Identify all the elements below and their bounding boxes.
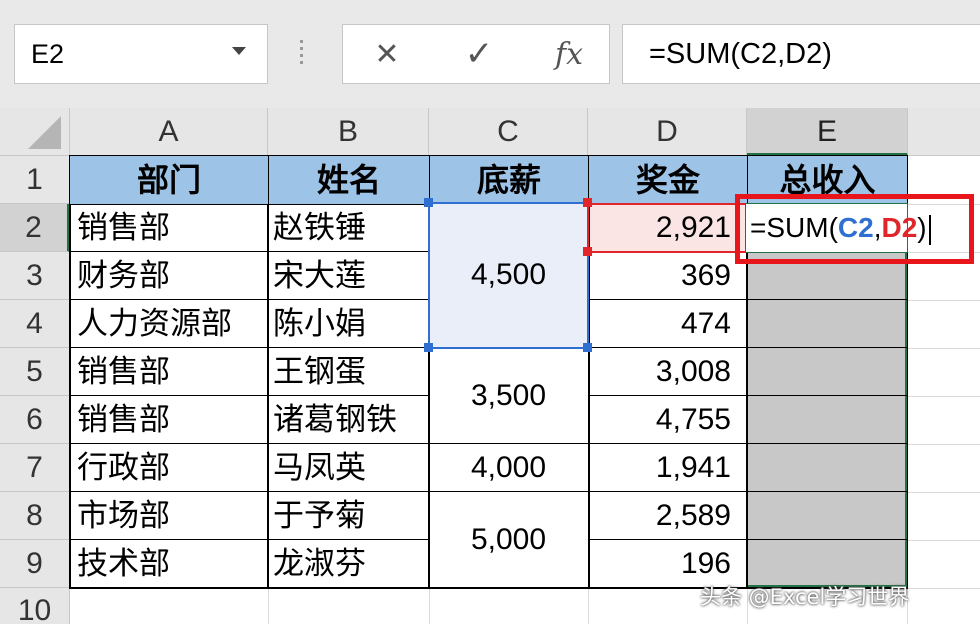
gridline	[429, 588, 430, 624]
gridline	[907, 300, 980, 301]
formula-text: =SUM(C2,D2)	[649, 38, 832, 70]
cancel-button[interactable]: ✕	[347, 25, 427, 83]
name-box-value: E2	[31, 39, 65, 69]
cell-b8[interactable]: 于予菊	[267, 492, 430, 540]
column-header-a[interactable]: A	[70, 108, 268, 156]
cell-d4[interactable]: 474	[590, 300, 747, 348]
reference-range-c2	[428, 202, 589, 349]
cell-a3[interactable]: 财务部	[69, 252, 269, 300]
row-header-3[interactable]: 3	[0, 252, 70, 300]
cell-d6[interactable]: 4,755	[590, 396, 747, 444]
drag-handle-icon[interactable]	[296, 40, 308, 70]
cell-b6[interactable]: 诸葛钢铁	[267, 396, 430, 444]
enter-button[interactable]: ✓	[439, 25, 519, 83]
table-header-name[interactable]: 姓名	[268, 155, 430, 205]
row-header-7[interactable]: 7	[0, 444, 70, 492]
column-header-f[interactable]	[908, 108, 980, 156]
cell-b7[interactable]: 马凤英	[267, 444, 430, 492]
gridline	[748, 443, 907, 444]
cell-a6[interactable]: 销售部	[69, 396, 269, 444]
cell-d8[interactable]: 2,589	[590, 492, 747, 540]
resize-handle[interactable]	[424, 198, 433, 207]
close-icon: ✕	[374, 36, 400, 72]
gridline	[268, 588, 269, 624]
gridline	[748, 395, 907, 396]
cell-d9[interactable]: 196	[590, 540, 747, 588]
cell-d3[interactable]: 369	[590, 252, 747, 300]
function-icon: fx	[554, 36, 584, 72]
reference-range-d2	[587, 203, 748, 253]
cell-b5[interactable]: 王钢蛋	[267, 348, 430, 396]
check-icon: ✓	[464, 34, 494, 74]
cell-b3[interactable]: 宋大莲	[267, 252, 430, 300]
cell-c8-merged[interactable]: 5,000	[429, 492, 588, 588]
highlight-box	[735, 194, 974, 264]
row-header-5[interactable]: 5	[0, 348, 70, 396]
table-header-department[interactable]: 部门	[69, 155, 269, 205]
row-header-10[interactable]: 10	[0, 588, 70, 627]
chevron-down-icon[interactable]	[232, 47, 246, 55]
column-header-d[interactable]: D	[588, 108, 747, 156]
cell-b2[interactable]: 赵铁锤	[267, 204, 430, 252]
row-header-4[interactable]: 4	[0, 300, 70, 348]
row-header-6[interactable]: 6	[0, 396, 70, 444]
cell-a7[interactable]: 行政部	[69, 444, 269, 492]
formula-buttons: ✕ ✓ fx	[342, 24, 610, 84]
cell-a4[interactable]: 人力资源部	[69, 300, 269, 348]
row-header-2[interactable]: 2	[0, 204, 70, 252]
cell-a2[interactable]: 销售部	[69, 204, 269, 252]
cell-a9[interactable]: 技术部	[69, 540, 269, 589]
gridline	[588, 588, 589, 624]
row-header-9[interactable]: 9	[0, 540, 70, 588]
cell-d7[interactable]: 1,941	[590, 444, 747, 492]
column-header-e[interactable]: E	[747, 108, 908, 156]
cell-a8[interactable]: 市场部	[69, 492, 269, 540]
gridline	[907, 396, 980, 397]
gridline	[907, 492, 980, 493]
select-all-icon	[28, 116, 61, 149]
resize-handle[interactable]	[583, 198, 592, 207]
name-box[interactable]: E2	[14, 24, 268, 84]
column-header-c[interactable]: C	[429, 108, 588, 156]
cell-d5[interactable]: 3,008	[590, 348, 747, 396]
cell-a5[interactable]: 销售部	[69, 348, 269, 396]
resize-handle[interactable]	[583, 343, 592, 352]
resize-handle[interactable]	[424, 343, 433, 352]
formula-input[interactable]: =SUM(C2,D2)	[622, 24, 980, 84]
row-header-8[interactable]: 8	[0, 492, 70, 540]
gridline	[748, 347, 907, 348]
column-header-b[interactable]: B	[268, 108, 429, 156]
gridline	[748, 299, 907, 300]
gridline	[748, 491, 907, 492]
cell-c7[interactable]: 4,000	[429, 444, 588, 492]
cell-b4[interactable]: 陈小娟	[267, 300, 430, 348]
row-header-1[interactable]: 1	[0, 156, 70, 204]
cell-b9[interactable]: 龙淑芬	[267, 540, 430, 589]
watermark: 头条 @Excel学习世界	[700, 585, 910, 609]
gridline	[907, 348, 980, 349]
gridline	[907, 444, 980, 445]
resize-handle[interactable]	[583, 247, 592, 256]
insert-function-button[interactable]: fx	[529, 25, 609, 83]
gridline	[748, 539, 907, 540]
cell-c5-merged[interactable]: 3,500	[429, 348, 588, 444]
table-header-base-salary[interactable]: 底薪	[429, 155, 589, 205]
gridline	[907, 540, 980, 541]
table-header-bonus[interactable]: 奖金	[588, 155, 748, 205]
